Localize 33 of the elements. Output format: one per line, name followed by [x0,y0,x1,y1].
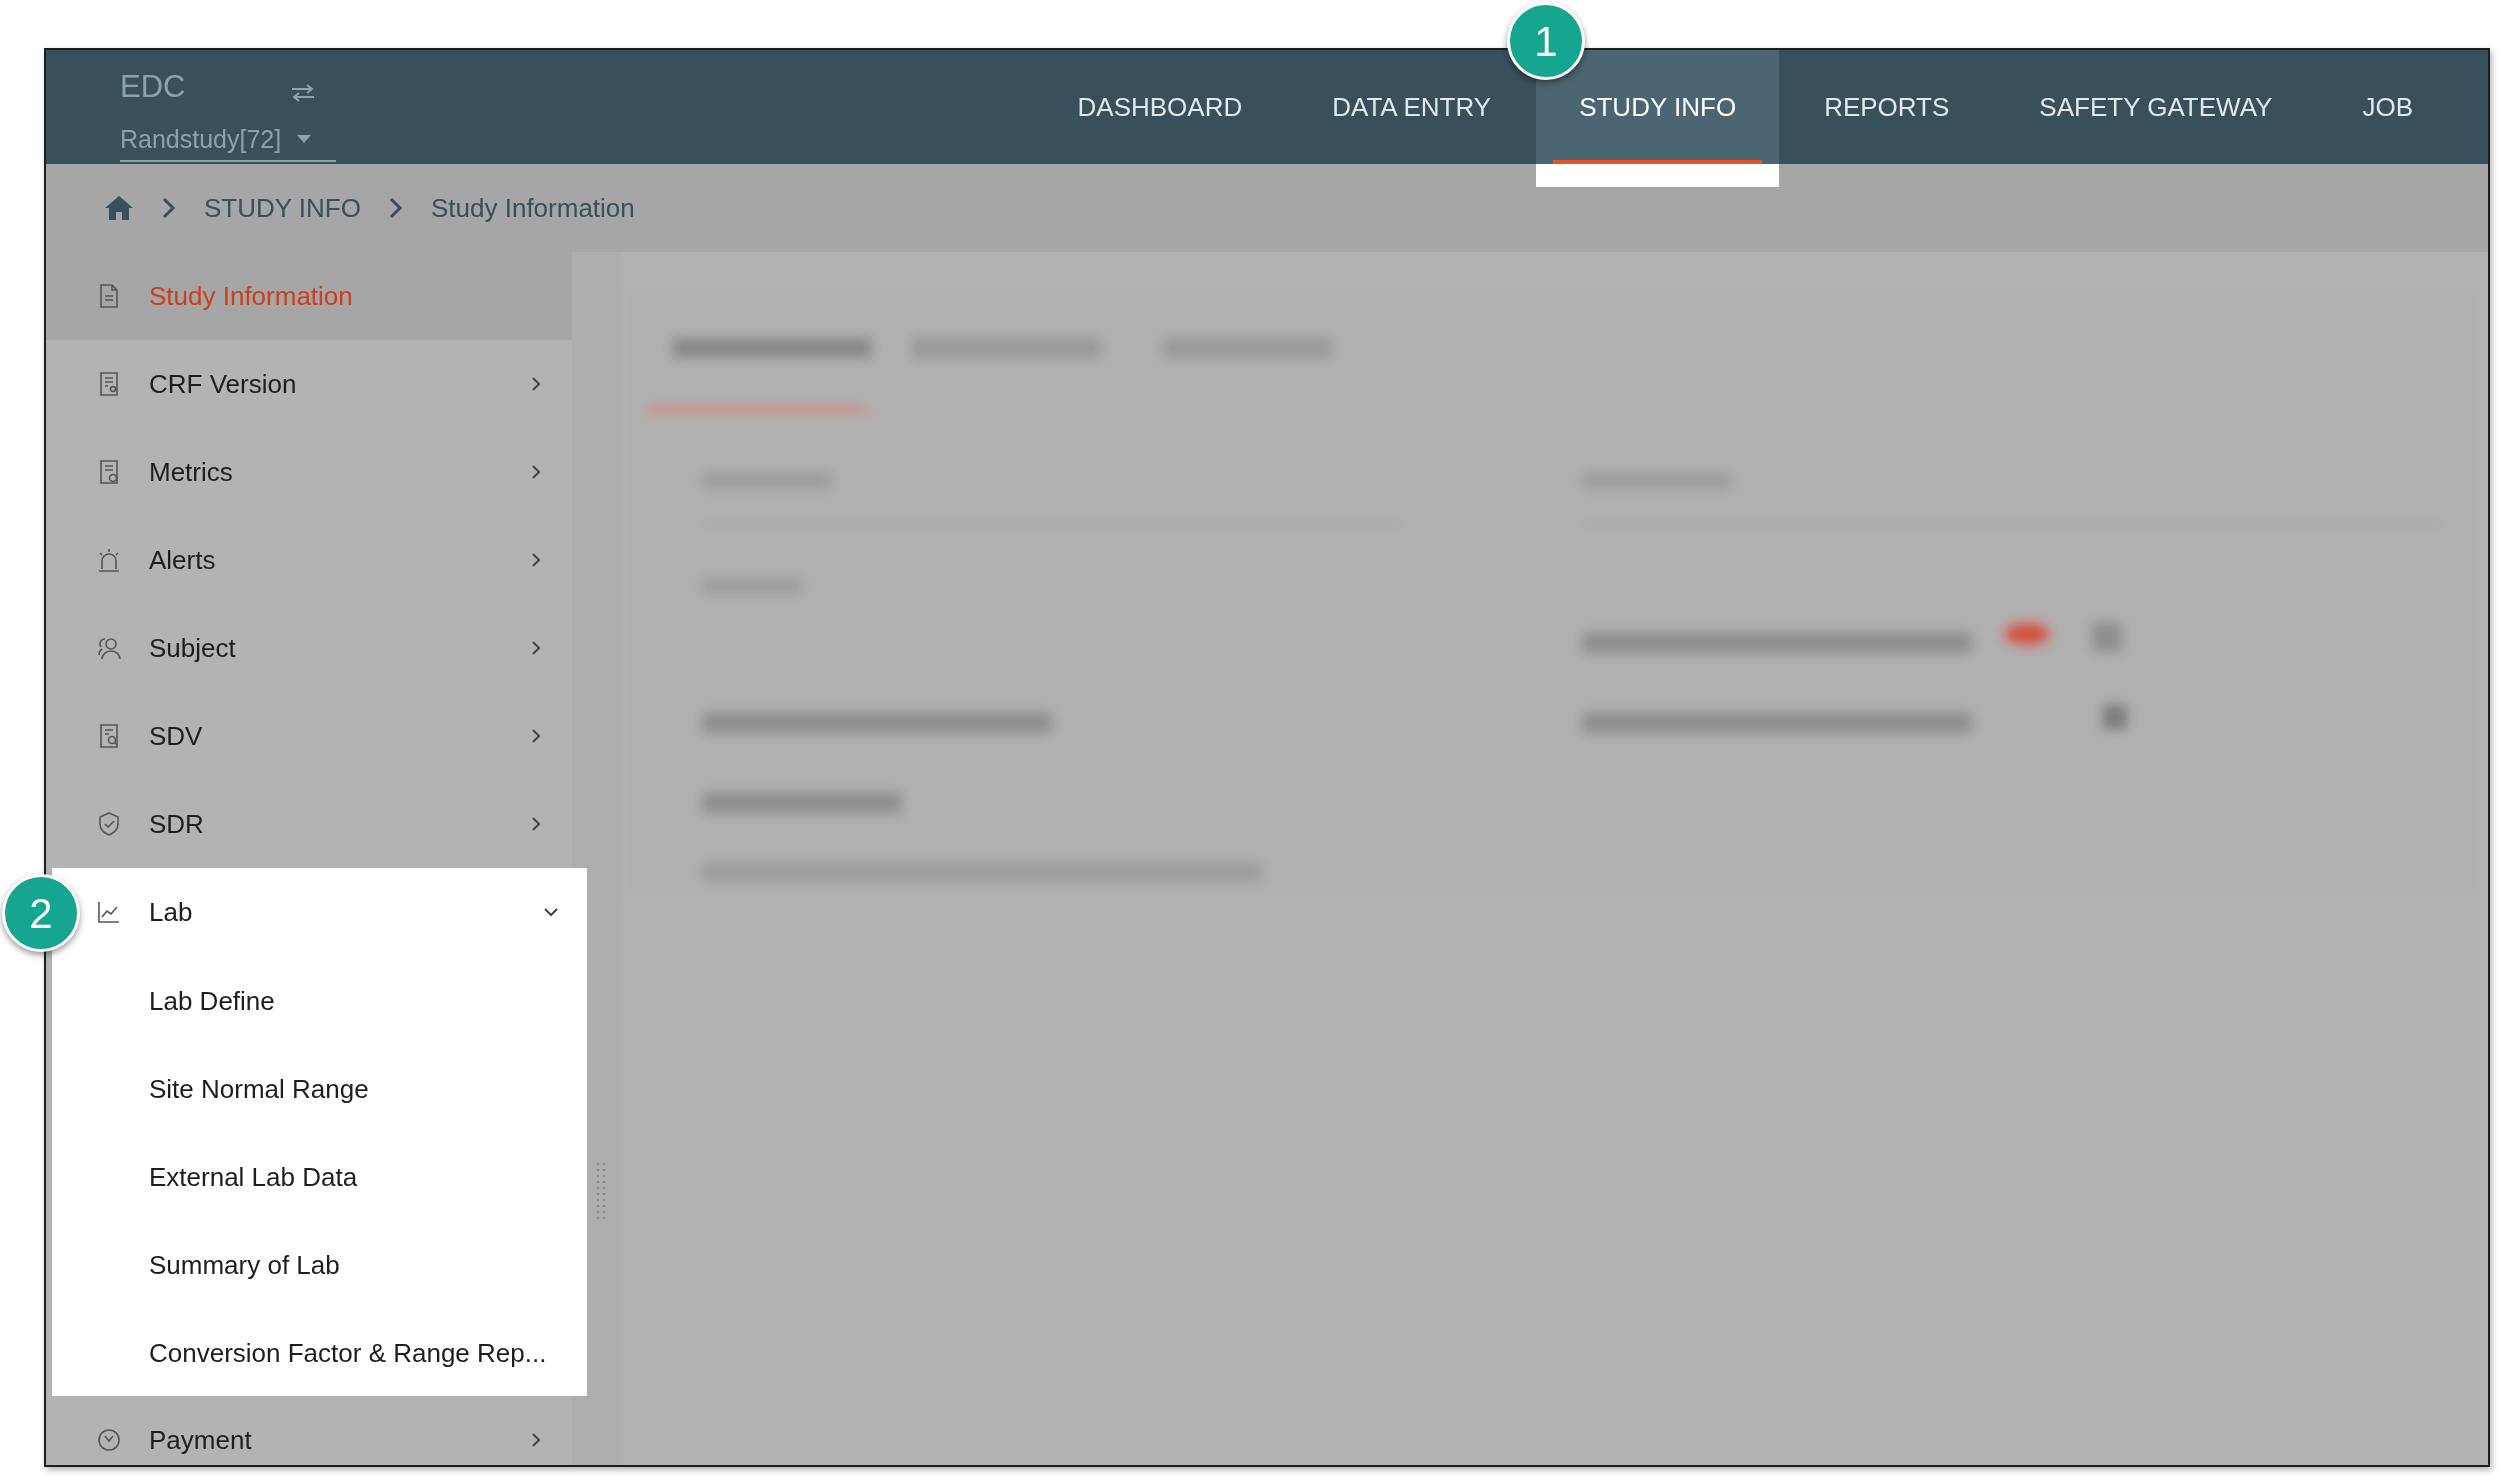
sidebar-item[interactable]: Alerts [46,516,572,604]
shield-check-icon [96,811,122,837]
chevron-right-icon [389,197,403,219]
sidebar-item[interactable]: Metrics [46,428,572,516]
caret-icon [297,135,312,144]
nav-tab[interactable]: SAFETY GATEWAY [1994,50,2318,164]
home-icon[interactable] [104,195,134,221]
app-name: EDC [120,68,186,106]
sidebar-item[interactable]: SDV [46,692,572,780]
line-chart-icon [96,899,122,925]
sidebar-item[interactable]: Lab [52,868,587,956]
people-icon [96,635,122,661]
sidebar-item[interactable]: CRF Version [46,340,572,428]
step-badge: 1 [1507,2,1585,80]
breadcrumb-current: Study Information [431,191,635,225]
submenu-item[interactable]: Lab Define [52,956,587,1044]
circle-icon [96,1427,122,1453]
resize-handle[interactable] [596,1162,606,1222]
nav-tab[interactable]: JOB [2317,50,2458,164]
sidebar-item[interactable]: Payment [46,1396,572,1465]
nav-tab[interactable]: DASHBOARD [1032,50,1288,164]
chevron-right-icon [162,197,176,219]
swap-icon[interactable] [289,82,316,103]
sidebar-item[interactable]: SDR [46,780,572,868]
sidebar-item[interactable]: Subject [46,604,572,692]
step-badge: 2 [2,874,80,952]
submenu-item[interactable]: Conversion Factor & Range Rep... [52,1308,587,1396]
alarm-icon [96,547,122,573]
submenu-item[interactable]: External Lab Data [52,1132,587,1220]
breadcrumb-link[interactable]: STUDY INFO [204,188,361,228]
nav-tab[interactable]: REPORTS [1779,50,1995,164]
submenu-item[interactable]: Site Normal Range [52,1044,587,1132]
submenu-item[interactable]: Summary of Lab [52,1220,587,1308]
